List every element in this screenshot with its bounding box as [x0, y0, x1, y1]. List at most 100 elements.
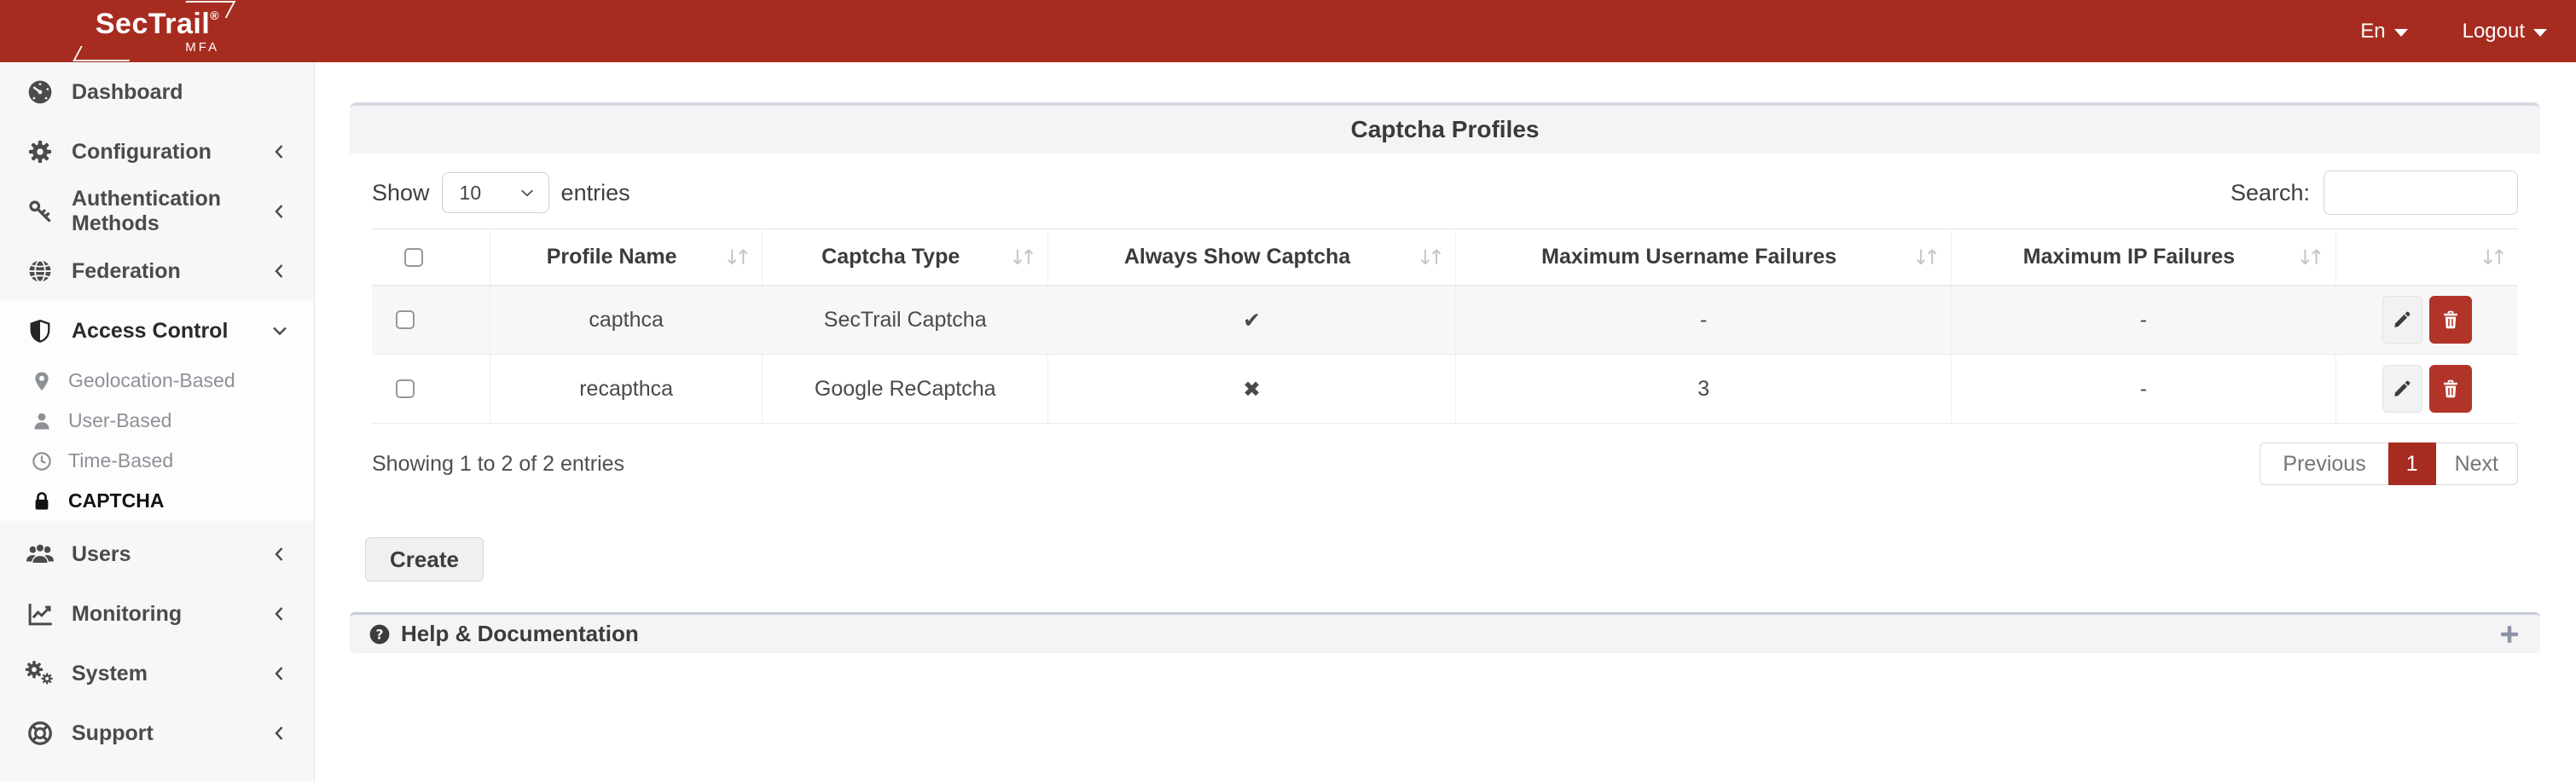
- svg-text:?: ?: [375, 626, 383, 642]
- chevron-down-icon: [518, 183, 537, 202]
- dashboard-icon: [26, 78, 55, 106]
- sidebar-item-label: System: [72, 662, 148, 686]
- cell-max-ip-failures: -: [1952, 355, 2335, 424]
- brand-logo-inner: SecTrail® MFA: [87, 6, 228, 57]
- cell-always-show-check: ✔: [1048, 286, 1456, 355]
- brand-logo: SecTrail® MFA: [0, 0, 315, 62]
- row-checkbox[interactable]: [396, 310, 415, 329]
- table-row: capthca SecTrail Captcha ✔ - -: [372, 286, 2518, 355]
- caret-down-icon: [2533, 29, 2547, 37]
- sidebar-subitem-user-based[interactable]: User-Based: [0, 401, 314, 441]
- search-input[interactable]: [2324, 171, 2518, 215]
- column-header-captcha-type[interactable]: Captcha Type↓↑: [763, 229, 1048, 286]
- sidebar-subitem-captcha[interactable]: CAPTCHA: [0, 481, 314, 521]
- logo-parallelogram-bottom: [73, 46, 137, 61]
- sidebar-item-label: Dashboard: [72, 80, 183, 105]
- column-header-max-username-failures[interactable]: Maximum Username Failures↓↑: [1456, 229, 1952, 286]
- show-label: Show: [372, 180, 430, 206]
- sidebar-subitem-time-based[interactable]: Time-Based: [0, 441, 314, 481]
- column-header-max-ip-failures[interactable]: Maximum IP Failures↓↑: [1952, 229, 2335, 286]
- sidebar-subitem-label: CAPTCHA: [68, 489, 164, 512]
- sidebar-item-label: Users: [72, 542, 131, 567]
- pagination-next[interactable]: Next: [2436, 443, 2518, 485]
- users-icon: [26, 541, 55, 567]
- row-checkbox[interactable]: [396, 379, 415, 398]
- sidebar-item-federation[interactable]: Federation: [0, 241, 314, 301]
- cell-always-show-cross: ✖: [1048, 355, 1456, 424]
- pencil-icon: [2392, 379, 2412, 399]
- main-content: Captcha Profiles Show 10 entries Search:: [315, 62, 2576, 781]
- column-header-actions[interactable]: ↓↑: [2335, 229, 2518, 286]
- table-controls: Show 10 entries Search:: [372, 171, 2518, 215]
- table-info: Showing 1 to 2 of 2 entries: [372, 452, 624, 477]
- chevron-down-icon: [270, 321, 290, 341]
- expand-plus-icon[interactable]: [2498, 622, 2521, 646]
- create-button[interactable]: Create: [365, 537, 484, 581]
- table-row: recapthca Google ReCaptcha ✖ 3 -: [372, 355, 2518, 424]
- sidebar-item-authentication-methods[interactable]: Authentication Methods: [0, 182, 314, 241]
- select-all-checkbox[interactable]: [404, 248, 423, 267]
- pencil-icon: [2392, 310, 2412, 330]
- chevron-left-icon: [270, 604, 290, 624]
- sort-icon: ↓↑: [2296, 246, 2324, 269]
- shield-icon: [26, 319, 55, 343]
- sidebar-item-monitoring[interactable]: Monitoring: [0, 584, 314, 644]
- logout-dropdown[interactable]: Logout: [2463, 20, 2547, 43]
- edit-button[interactable]: [2382, 296, 2422, 344]
- help-documentation-bar[interactable]: ? Help & Documentation: [350, 612, 2540, 653]
- question-circle-icon: ?: [368, 623, 391, 645]
- pagination-previous[interactable]: Previous: [2260, 443, 2387, 485]
- gear-icon: [26, 139, 55, 165]
- cell-max-ip-failures: -: [1952, 286, 2335, 355]
- key-icon: [26, 199, 55, 224]
- sidebar-item-label: Federation: [72, 259, 181, 284]
- sort-icon: ↓↑: [1912, 246, 1941, 269]
- help-title: Help & Documentation: [401, 621, 639, 647]
- sidebar-subitem-label: User-Based: [68, 409, 171, 432]
- sort-icon: ↓↑: [1417, 246, 1445, 269]
- life-ring-icon: [26, 720, 55, 746]
- chevron-left-icon: [270, 663, 290, 684]
- clock-icon: [31, 451, 53, 471]
- sidebar-subitem-geolocation-based[interactable]: Geolocation-Based: [0, 361, 314, 401]
- column-header-always-show-captcha[interactable]: Always Show Captcha↓↑: [1048, 229, 1456, 286]
- delete-button[interactable]: [2429, 296, 2472, 344]
- map-marker-icon: [31, 371, 53, 391]
- search-label: Search:: [2231, 180, 2310, 206]
- captcha-profiles-table: Profile Name↓↑ Captcha Type↓↑ Always Sho…: [372, 229, 2518, 424]
- sidebar-item-access-control[interactable]: Access Control: [0, 301, 314, 361]
- pagination: Previous 1 Next: [2260, 443, 2518, 485]
- user-icon: [31, 411, 53, 431]
- sort-icon: ↓↑: [723, 246, 751, 269]
- page-size-select[interactable]: 10: [442, 172, 549, 213]
- sidebar-nav: Dashboard Configuration Authentication M…: [0, 62, 315, 781]
- sidebar-item-system[interactable]: System: [0, 644, 314, 703]
- column-header-profile-name[interactable]: Profile Name↓↑: [490, 229, 763, 286]
- caret-down-icon: [2394, 29, 2408, 37]
- top-navbar: SecTrail® MFA En Logout: [0, 0, 2576, 62]
- edit-button[interactable]: [2382, 365, 2422, 413]
- access-control-group: Access Control Geolocation-Based User-Ba…: [0, 301, 314, 521]
- chevron-left-icon: [270, 544, 290, 564]
- sidebar-item-dashboard[interactable]: Dashboard: [0, 62, 314, 122]
- pagination-page-1[interactable]: 1: [2388, 443, 2436, 485]
- sidebar-item-configuration[interactable]: Configuration: [0, 122, 314, 182]
- cell-max-username-failures: 3: [1456, 355, 1952, 424]
- chart-line-icon: [26, 601, 55, 627]
- gears-icon: [26, 661, 55, 686]
- sidebar-item-label: Access Control: [72, 319, 228, 344]
- captcha-profiles-card: Captcha Profiles Show 10 entries Search:: [350, 102, 2540, 509]
- cell-captcha-type: Google ReCaptcha: [763, 355, 1048, 424]
- sort-icon: ↓↑: [1009, 246, 1037, 269]
- logout-label: Logout: [2463, 20, 2525, 43]
- sidebar-item-label: Support: [72, 721, 154, 746]
- language-label: En: [2360, 20, 2385, 43]
- language-dropdown[interactable]: En: [2360, 20, 2407, 43]
- sidebar-item-users[interactable]: Users: [0, 524, 314, 584]
- cell-max-username-failures: -: [1456, 286, 1952, 355]
- sidebar-item-support[interactable]: Support: [0, 703, 314, 763]
- delete-button[interactable]: [2429, 365, 2472, 413]
- table-header-row: Profile Name↓↑ Captcha Type↓↑ Always Sho…: [372, 229, 2518, 286]
- header-select-all[interactable]: [372, 229, 490, 286]
- cell-captcha-type: SecTrail Captcha: [763, 286, 1048, 355]
